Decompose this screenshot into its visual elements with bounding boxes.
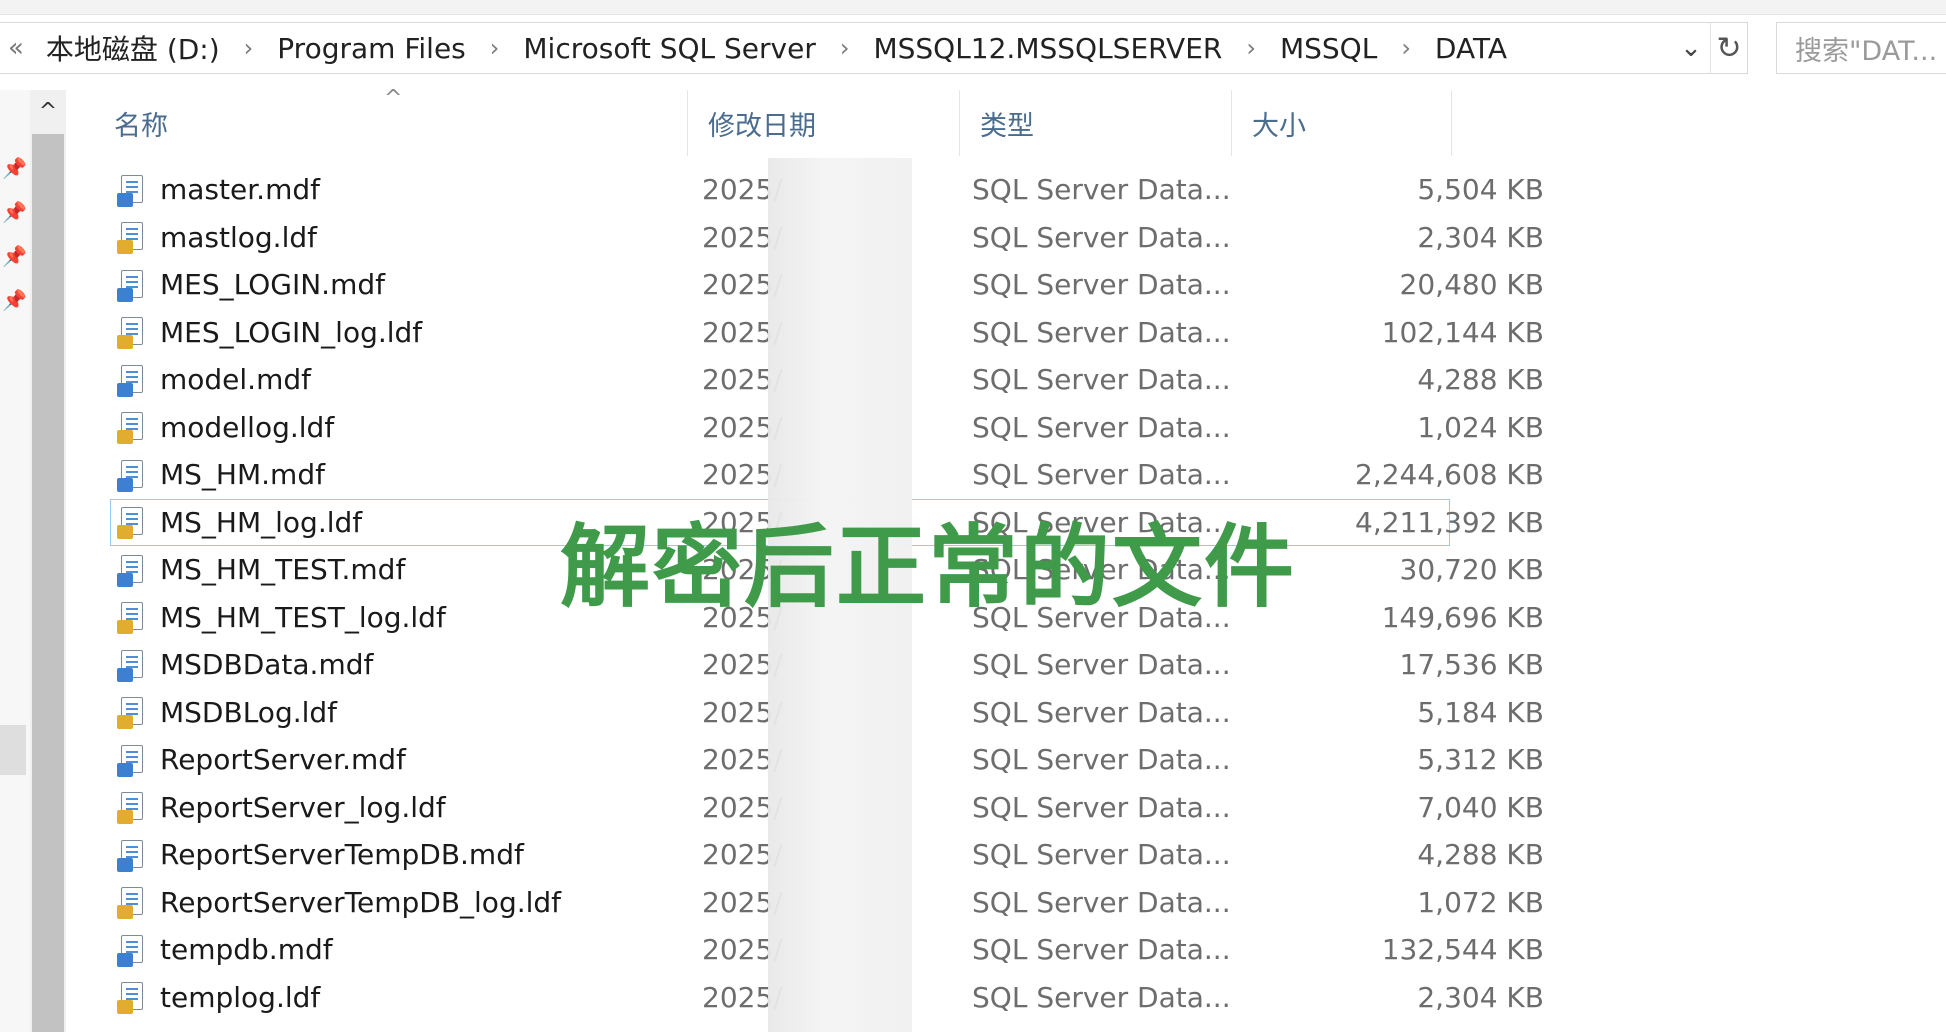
file-size: 1,072 KB <box>1417 885 1544 919</box>
file-name[interactable]: MES_LOGIN.mdf <box>160 261 385 309</box>
file-name[interactable]: master.mdf <box>160 166 320 214</box>
file-type: SQL Server Data... <box>972 410 1231 444</box>
vertical-scrollbar[interactable]: ^ <box>30 90 66 1032</box>
file-size: 5,504 KB <box>1417 173 1544 206</box>
file-size: 20,480 KB <box>1399 268 1544 301</box>
scroll-up-icon[interactable]: ^ <box>30 90 66 132</box>
database-file-icon <box>117 458 147 492</box>
log-file-icon <box>117 695 147 730</box>
column-header: 名称 ^ 修改日期 类型 大小 <box>80 86 1452 156</box>
file-name[interactable]: MSDBData.mdf <box>160 641 373 689</box>
file-type: SQL Server Data... <box>972 933 1231 966</box>
file-size: 1,024 KB <box>1417 410 1544 444</box>
database-file-icon <box>117 648 147 682</box>
file-type: SQL Server Data... <box>972 980 1231 1014</box>
file-name[interactable]: model.mdf <box>160 356 311 404</box>
file-type: SQL Server Data... <box>972 315 1231 349</box>
address-bar[interactable]: « 本地磁盘 (D:) › Program Files › Microsoft SQL … <box>0 22 1748 74</box>
database-file-icon <box>117 933 147 967</box>
log-file-icon <box>117 980 147 1015</box>
breadcrumb-separator-icon[interactable]: › <box>1401 34 1411 62</box>
search-input[interactable]: 搜索"DAT... <box>1776 22 1946 74</box>
file-name[interactable]: ReportServerTempDB_log.ldf <box>160 879 561 927</box>
file-type: SQL Server Data... <box>972 838 1231 871</box>
database-file-icon <box>117 173 147 207</box>
breadcrumb-separator-icon[interactable]: › <box>490 34 500 62</box>
log-file-icon <box>117 315 147 350</box>
file-name[interactable]: tempdb.mdf <box>160 926 333 974</box>
pin-icon[interactable]: 📌 <box>2 288 27 312</box>
file-size: 4,288 KB <box>1417 838 1544 871</box>
file-size: 4,288 KB <box>1417 363 1544 396</box>
file-size: 2,304 KB <box>1417 220 1544 254</box>
file-type: SQL Server Data... <box>972 458 1231 491</box>
file-name[interactable]: ReportServerTempDB.mdf <box>160 831 524 879</box>
file-name[interactable]: mastlog.ldf <box>160 214 317 262</box>
log-file-icon <box>117 220 147 255</box>
breadcrumb-item[interactable]: DATA <box>1435 32 1507 65</box>
database-file-icon <box>117 268 147 302</box>
breadcrumb-item[interactable]: 本地磁盘 (D:) <box>46 28 220 68</box>
database-file-icon <box>117 363 147 397</box>
file-type: SQL Server Data... <box>972 790 1231 824</box>
scroll-thumb[interactable] <box>32 134 64 1032</box>
file-type: SQL Server Data... <box>972 648 1231 681</box>
annotation-overlay: 解密后正常的文件 <box>560 515 1296 620</box>
navigation-pane: 📌 📌 📌 📌 <box>0 90 30 1032</box>
breadcrumb-separator-icon[interactable]: › <box>840 34 850 62</box>
database-file-icon <box>117 553 147 587</box>
log-file-icon <box>117 790 147 825</box>
pin-icon[interactable]: 📌 <box>2 244 27 268</box>
database-file-icon <box>117 743 147 777</box>
log-file-icon <box>117 600 147 635</box>
file-size: 102,144 KB <box>1381 315 1544 349</box>
file-name[interactable]: MES_LOGIN_log.ldf <box>160 309 422 357</box>
breadcrumb-item[interactable]: Program Files <box>277 32 465 65</box>
log-file-icon <box>117 410 147 445</box>
column-header-size[interactable]: 大小 <box>1232 90 1452 156</box>
breadcrumb: « 本地磁盘 (D:) › Program Files › Microsoft SQL … <box>8 23 1511 73</box>
file-type: SQL Server Data... <box>972 220 1231 254</box>
log-file-icon <box>117 885 147 920</box>
file-type: SQL Server Data... <box>972 695 1231 729</box>
breadcrumb-overflow-button[interactable]: « <box>8 33 24 63</box>
file-type: SQL Server Data... <box>972 885 1231 919</box>
nav-selected-item[interactable] <box>0 725 26 775</box>
file-size: 17,536 KB <box>1399 648 1544 681</box>
database-file-icon <box>117 838 147 872</box>
file-name[interactable]: MS_HM.mdf <box>160 451 325 499</box>
pin-icon[interactable]: 📌 <box>2 200 27 224</box>
breadcrumb-item[interactable]: Microsoft SQL Server <box>523 32 815 65</box>
file-size: 7,040 KB <box>1417 790 1544 824</box>
file-name[interactable]: MS_HM_log.ldf <box>160 499 362 547</box>
sort-ascending-icon: ^ <box>384 86 403 111</box>
file-name[interactable]: modellog.ldf <box>160 404 334 452</box>
file-size: 5,312 KB <box>1417 743 1544 776</box>
breadcrumb-separator-icon[interactable]: › <box>1246 34 1256 62</box>
file-type: SQL Server Data... <box>972 173 1231 206</box>
chevron-down-icon[interactable]: ⌄ <box>1674 23 1708 73</box>
pin-icon[interactable]: 📌 <box>2 156 27 180</box>
file-name[interactable]: MS_HM_TEST.mdf <box>160 546 405 594</box>
column-header-type[interactable]: 类型 <box>960 90 1232 156</box>
file-size: 5,184 KB <box>1417 695 1544 729</box>
file-name[interactable]: ReportServer.mdf <box>160 736 406 784</box>
file-type: SQL Server Data... <box>972 268 1231 301</box>
breadcrumb-item[interactable]: MSSQL12.MSSQLSERVER <box>873 32 1222 65</box>
file-type: SQL Server Data... <box>972 363 1231 396</box>
breadcrumb-separator-icon[interactable]: › <box>244 34 254 62</box>
file-size: 2,244,608 KB <box>1355 458 1544 491</box>
file-size: 2,304 KB <box>1417 980 1544 1014</box>
refresh-icon[interactable]: ↻ <box>1710 23 1747 73</box>
window-top-strip <box>0 0 1946 15</box>
file-name[interactable]: ReportServer_log.ldf <box>160 784 446 832</box>
file-size: 132,544 KB <box>1381 933 1544 966</box>
file-name[interactable]: MS_HM_TEST_log.ldf <box>160 594 446 642</box>
file-type: SQL Server Data... <box>972 743 1231 776</box>
column-header-date[interactable]: 修改日期 <box>688 90 960 156</box>
log-file-icon <box>117 505 147 540</box>
file-name[interactable]: MSDBLog.ldf <box>160 689 337 737</box>
breadcrumb-item[interactable]: MSSQL <box>1280 32 1377 65</box>
file-name[interactable]: templog.ldf <box>160 974 320 1022</box>
